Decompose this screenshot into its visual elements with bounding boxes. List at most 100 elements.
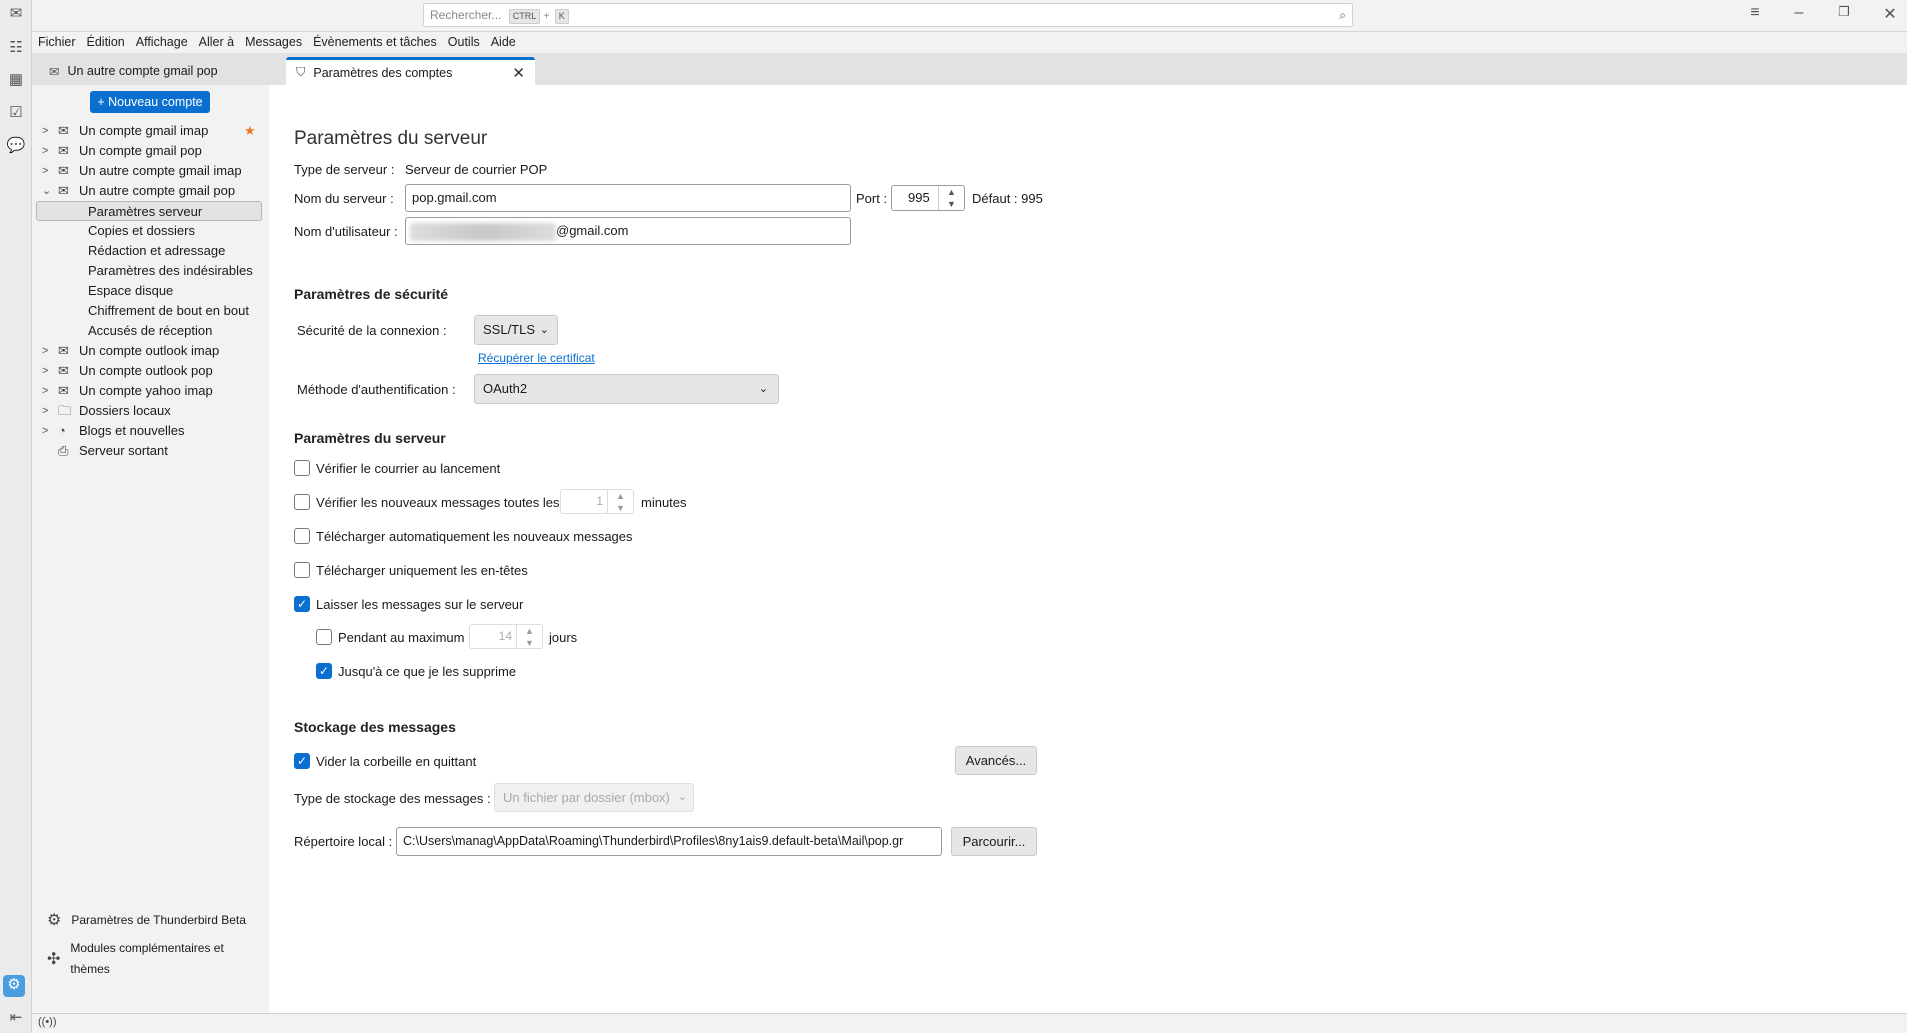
mail-icon[interactable]: ✉ bbox=[6, 4, 26, 24]
auto-download-checkbox[interactable] bbox=[294, 528, 310, 544]
menu-icon[interactable]: ≡ bbox=[1743, 4, 1767, 22]
addons-label-line2: thèmes bbox=[70, 962, 110, 976]
thunderbird-settings-link[interactable]: ⚙ Paramètres de Thunderbird Beta bbox=[47, 910, 246, 930]
account-label: Blogs et nouvelles bbox=[79, 423, 185, 438]
menu-edition[interactable]: Édition bbox=[87, 32, 125, 53]
subitem-server-settings[interactable]: Paramètres serveur bbox=[36, 201, 262, 221]
menu-affichage[interactable]: Affichage bbox=[136, 32, 188, 53]
account-item[interactable]: > ✉ Un compte yahoo imap bbox=[32, 381, 269, 401]
auth-method-select[interactable]: OAuth2 ⌄ bbox=[474, 374, 779, 404]
until-delete-checkbox[interactable]: ✓ bbox=[316, 663, 332, 679]
account-item[interactable]: ⌄ ✉ Un autre compte gmail pop bbox=[32, 181, 269, 201]
account-item[interactable]: > ✉ Un compte outlook imap bbox=[32, 341, 269, 361]
minimize-icon[interactable]: – bbox=[1787, 4, 1811, 22]
outgoing-server-item[interactable]: ⎙ Serveur sortant bbox=[32, 441, 269, 461]
tab-account-settings[interactable]: ⛉ Paramètres des comptes ✕ bbox=[286, 57, 535, 85]
restore-icon[interactable]: ❐ bbox=[1832, 4, 1856, 20]
check-startup-checkbox[interactable] bbox=[294, 460, 310, 476]
subitem[interactable]: Paramètres des indésirables bbox=[32, 261, 269, 281]
subitem[interactable]: Accusés de réception bbox=[32, 321, 269, 341]
check-interval-stepper[interactable]: 1 ▲ ▼ bbox=[560, 489, 634, 514]
settings-gear-icon[interactable]: ⚙ bbox=[3, 975, 25, 997]
subitem-label: Rédaction et adressage bbox=[88, 243, 226, 258]
menu-aller[interactable]: Aller à bbox=[199, 32, 234, 53]
menu-outils[interactable]: Outils bbox=[448, 32, 480, 53]
new-account-label: Nouveau compte bbox=[108, 95, 203, 109]
address-book-icon[interactable]: ☷ bbox=[6, 38, 26, 58]
account-item[interactable]: > 🗀 Dossiers locaux bbox=[32, 401, 269, 421]
account-label: Serveur sortant bbox=[79, 443, 168, 458]
chevron-right-icon: > bbox=[42, 405, 49, 417]
get-certificate-link[interactable]: Récupérer le certificat bbox=[478, 351, 595, 365]
tasks-icon[interactable]: ☑ bbox=[6, 103, 26, 123]
close-window-icon[interactable]: ✕ bbox=[1878, 4, 1902, 24]
username-input[interactable]: @gmail.com bbox=[405, 217, 851, 245]
account-label: Un autre compte gmail imap bbox=[79, 163, 242, 178]
subitem[interactable]: Rédaction et adressage bbox=[32, 241, 269, 261]
days-label: jours bbox=[549, 630, 578, 645]
advanced-button[interactable]: Avancés... bbox=[955, 746, 1037, 775]
account-item[interactable]: > ✉ Un compte outlook pop bbox=[32, 361, 269, 381]
new-account-button[interactable]: + Nouveau compte bbox=[90, 91, 210, 113]
port-stepper[interactable]: ▲ ▼ bbox=[938, 186, 964, 210]
port-label: Port : bbox=[856, 191, 888, 206]
menu-fichier[interactable]: Fichier bbox=[38, 32, 76, 53]
account-label: Un compte gmail imap bbox=[79, 123, 209, 138]
account-item[interactable]: > ✉ Un autre compte gmail imap bbox=[32, 161, 269, 181]
local-dir-input[interactable]: C:\Users\manag\AppData\Roaming\Thunderbi… bbox=[396, 827, 942, 856]
check-every-checkbox[interactable] bbox=[294, 494, 310, 510]
max-days-stepper[interactable]: 14 ▲ ▼ bbox=[469, 624, 543, 649]
account-settings-icon: ⛉ bbox=[296, 65, 306, 79]
menu-messages[interactable]: Messages bbox=[245, 32, 302, 53]
account-label: Un autre compte gmail pop bbox=[79, 183, 236, 198]
menu-evenements[interactable]: Évènements et tâches bbox=[313, 32, 437, 53]
connection-security-select[interactable]: SSL/TLS ⌄ bbox=[474, 315, 558, 345]
stepper-arrows-icon[interactable]: ▲ ▼ bbox=[516, 625, 542, 648]
auto-download-label: Télécharger automatiquement les nouveaux… bbox=[316, 529, 633, 544]
addons-label: Modules complémentaires et thèmes bbox=[70, 938, 223, 980]
folder-icon: 🗀 bbox=[58, 403, 72, 418]
gear-icon: ⚙ bbox=[47, 912, 62, 929]
collapse-icon[interactable]: ⇤ bbox=[6, 1008, 26, 1028]
browse-button[interactable]: Parcourir... bbox=[951, 827, 1037, 856]
storage-type-label: Type de stockage des messages : bbox=[294, 791, 491, 806]
server-type-label: Type de serveur : bbox=[294, 162, 395, 177]
server-name-input[interactable]: pop.gmail.com bbox=[405, 184, 851, 212]
account-item[interactable]: > ✉ Un compte gmail imap ★ bbox=[32, 121, 269, 141]
subitem[interactable]: Chiffrement de bout en bout bbox=[32, 301, 269, 321]
local-dir-label: Répertoire local : bbox=[294, 834, 393, 849]
close-tab-icon[interactable]: ✕ bbox=[512, 64, 525, 82]
storage-type-select[interactable]: Un fichier par dossier (mbox) ⌄ bbox=[494, 783, 694, 812]
star-icon: ★ bbox=[244, 123, 256, 138]
until-delete-label: Jusqu'à ce que je les supprime bbox=[338, 664, 517, 679]
tab-mail[interactable]: ✉ Un autre compte gmail pop bbox=[39, 57, 282, 85]
online-status-icon[interactable]: ((•)) bbox=[38, 1016, 57, 1028]
account-item[interactable]: > ✉ Un compte gmail pop bbox=[32, 141, 269, 161]
security-heading: Paramètres de sécurité bbox=[294, 286, 449, 302]
empty-trash-checkbox[interactable]: ✓ bbox=[294, 753, 310, 769]
outgoing-server-icon: ⎙ bbox=[58, 443, 69, 458]
chevron-down-icon: ⌄ bbox=[539, 324, 549, 336]
search-placeholder: Rechercher... bbox=[430, 8, 502, 22]
subitem-label: Paramètres serveur bbox=[88, 204, 203, 219]
subitem[interactable]: Copies et dossiers bbox=[32, 221, 269, 241]
headers-only-label: Télécharger uniquement les en-têtes bbox=[316, 563, 528, 578]
account-item[interactable]: > ◔ Blogs et nouvelles bbox=[32, 421, 269, 441]
connection-security-value: SSL/TLS bbox=[483, 322, 536, 337]
chevron-right-icon: > bbox=[42, 385, 49, 397]
menu-aide[interactable]: Aide bbox=[491, 32, 516, 53]
headers-only-checkbox[interactable] bbox=[294, 562, 310, 578]
addons-link[interactable]: ✣ Modules complémentaires et thèmes bbox=[47, 938, 224, 980]
leave-on-server-checkbox[interactable]: ✓ bbox=[294, 596, 310, 612]
chevron-right-icon: > bbox=[42, 165, 49, 177]
max-days-checkbox[interactable] bbox=[316, 629, 332, 645]
stepper-arrows-icon[interactable]: ▲ ▼ bbox=[607, 490, 633, 513]
account-icon: ✉ bbox=[58, 183, 69, 198]
port-input[interactable]: 995 ▲ ▼ bbox=[891, 185, 965, 211]
storage-heading: Stockage des messages bbox=[294, 719, 456, 735]
title-bar: Rechercher... CTRL + K ⌕ ≡ – ❐ ✕ bbox=[32, 0, 1907, 32]
calendar-icon[interactable]: ▦ bbox=[6, 70, 26, 90]
subitem[interactable]: Espace disque bbox=[32, 281, 269, 301]
chat-icon[interactable]: 💬 bbox=[6, 136, 26, 156]
search-input[interactable]: Rechercher... CTRL + K ⌕ bbox=[423, 3, 1353, 27]
